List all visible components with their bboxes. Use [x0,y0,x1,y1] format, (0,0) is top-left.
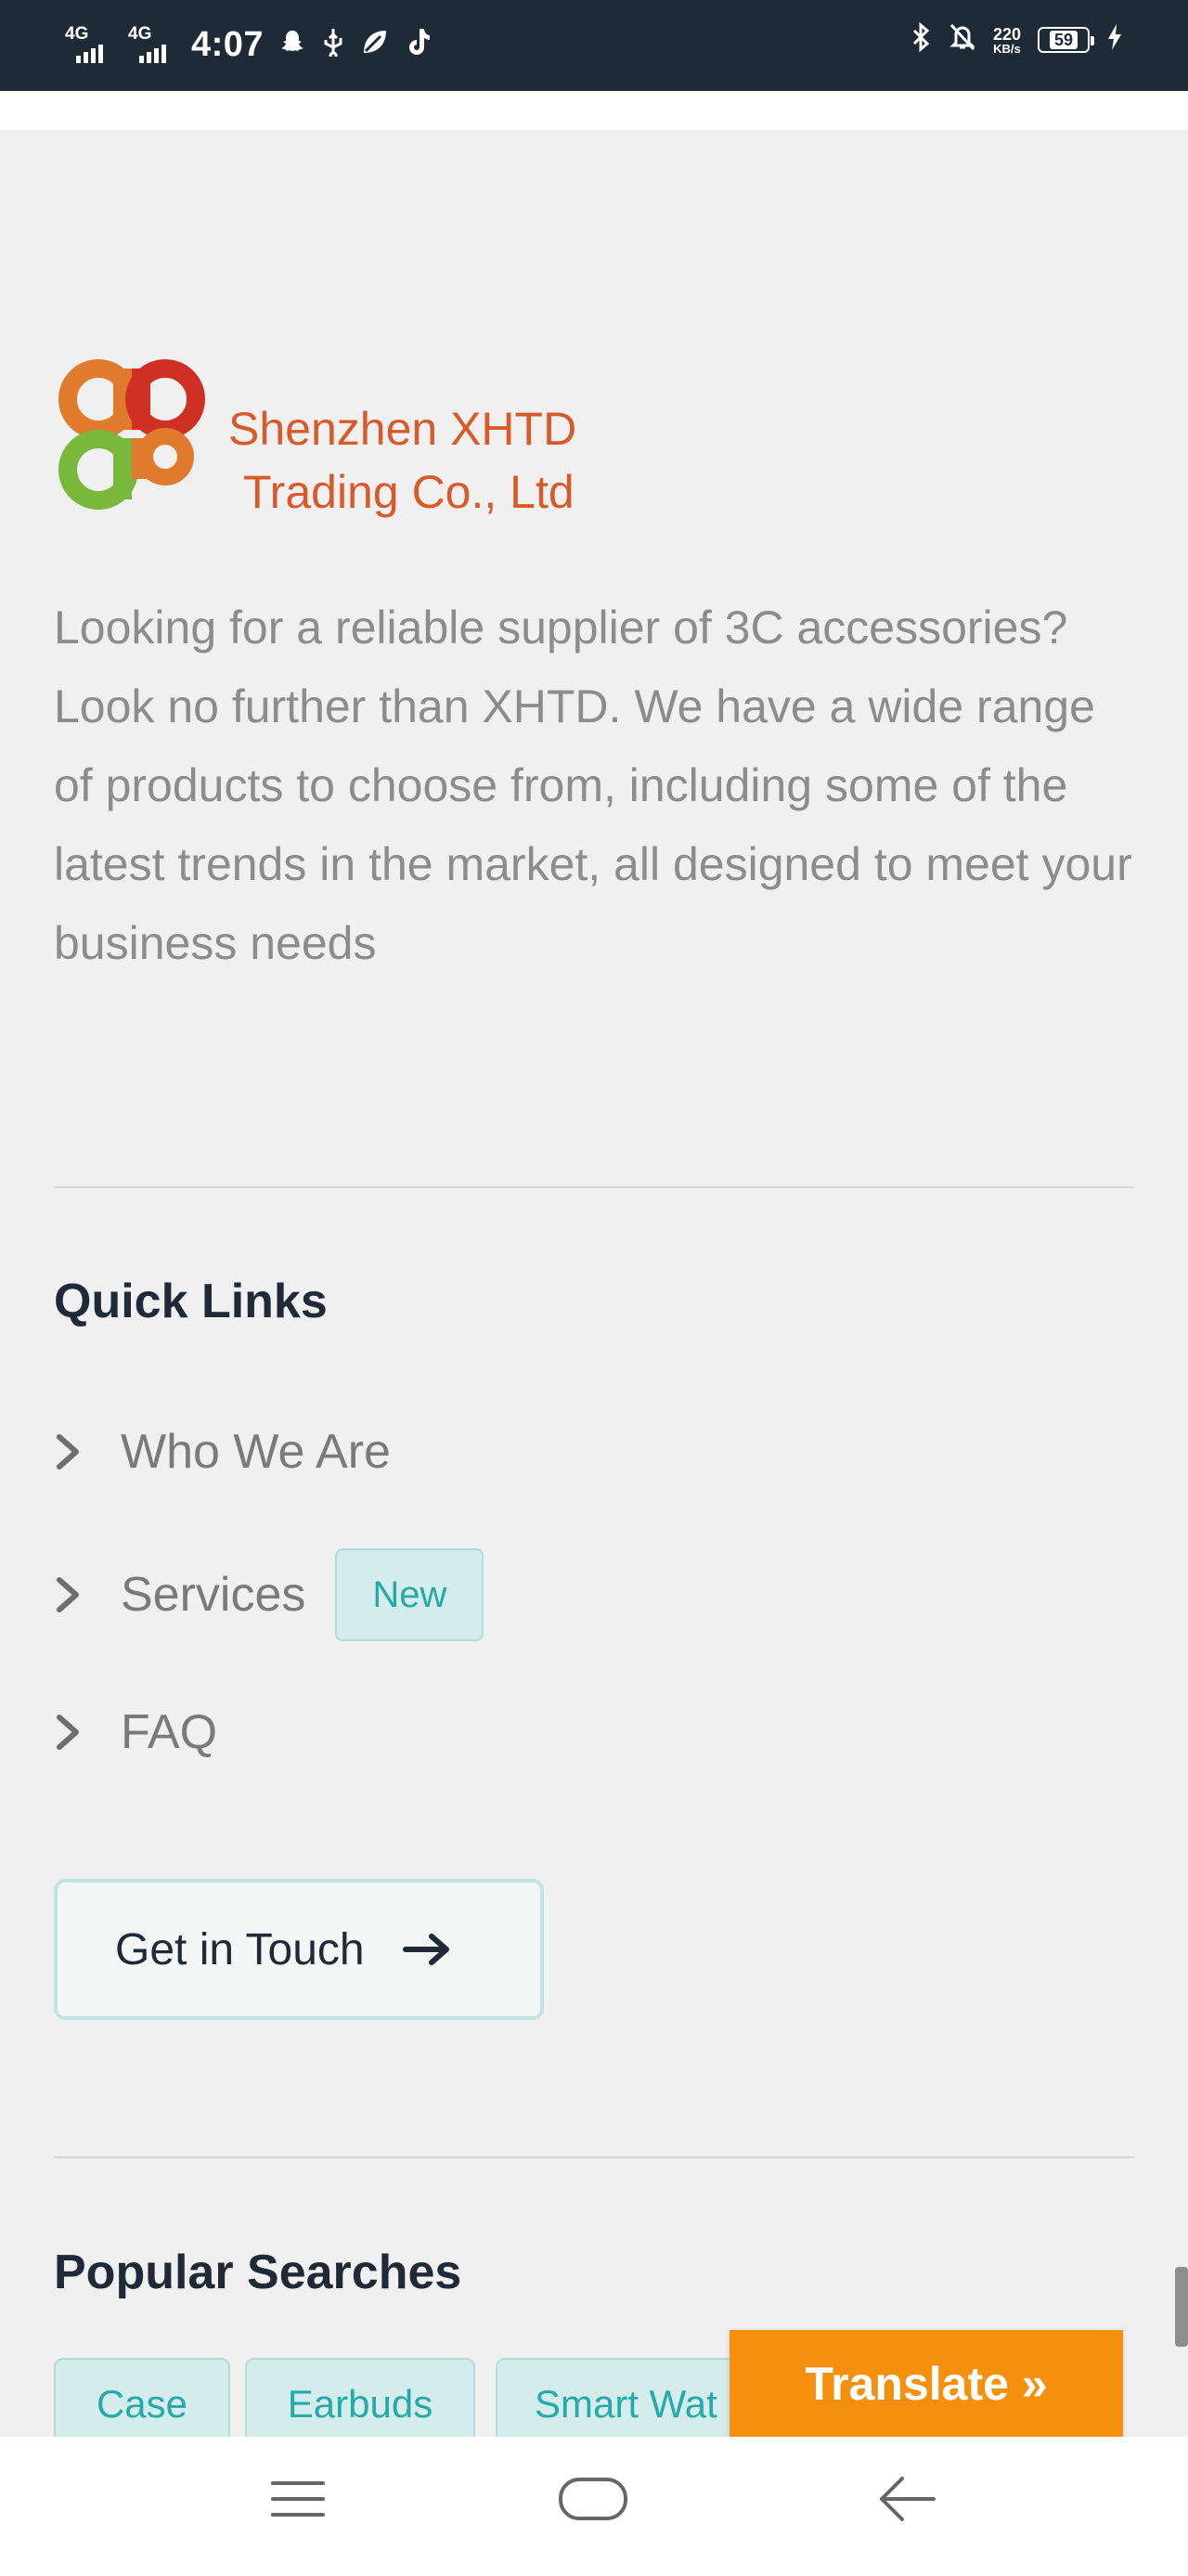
quick-link-services[interactable]: Services New [54,1548,484,1641]
battery-icon: 59 [1038,27,1094,53]
divider [54,1186,1134,1188]
company-description: Looking for a reliable supplier of 3C ac… [54,602,1132,969]
quick-link-label: Services [121,1568,306,1622]
clock: 4:07 [191,24,265,64]
quick-link-label: FAQ [121,1705,218,1759]
brand-logo-icon[interactable] [58,358,225,525]
quick-link-who-we-are[interactable]: Who We Are [54,1424,391,1480]
quick-link-label: Who We Are [121,1425,391,1479]
signal-icon-2: 4G [128,20,176,69]
quick-links-heading: Quick Links [54,1275,328,1328]
brand-line-1: Shenzhen XHTD [228,403,577,455]
signal-icon: 4G [65,20,113,69]
chevron-right-icon [57,1577,79,1612]
charging-icon [1106,23,1123,57]
translate-button[interactable]: Translate » [730,2330,1123,2438]
page-header-strip [0,91,1188,130]
network-type-2: 4G [128,24,152,44]
quick-link-faq[interactable]: FAQ [54,1704,217,1760]
system-navigation-bar [0,2437,1188,2576]
tiktok-icon [405,27,431,62]
speed-value: 220 [992,24,1021,44]
popular-searches-heading: Popular Searches [54,2246,462,2299]
back-arrow-icon[interactable] [876,2470,937,2528]
chevron-right-icon [57,1715,79,1750]
bluetooth-icon [911,21,932,58]
get-in-touch-button[interactable]: Get in Touch [54,1879,544,2020]
home-icon[interactable] [557,2470,629,2528]
network-type: 4G [65,24,89,44]
mute-icon [949,22,976,58]
chevron-right-icon [57,1434,79,1469]
usb-icon [321,27,345,62]
network-speed: 220 KB/s [993,26,1021,55]
recent-apps-icon[interactable] [269,2470,327,2528]
brand-line-2: Trading Co., Ltd [243,466,575,518]
scrollbar-thumb[interactable] [1175,2267,1188,2347]
divider [54,2156,1134,2158]
brand-name[interactable]: Shenzhen XHTD Trading Co., Ltd [228,397,576,524]
new-badge: New [335,1548,484,1641]
get-in-touch-label: Get in Touch [115,1924,365,1974]
status-bar: 4G 4G 4:07 220 KB/s 59 [0,0,1188,91]
arrow-right-icon [402,1934,449,1965]
leaf-icon [360,27,390,62]
snapchat-icon [278,28,306,61]
battery-level: 59 [1049,31,1078,49]
speed-unit: KB/s [993,41,1021,56]
